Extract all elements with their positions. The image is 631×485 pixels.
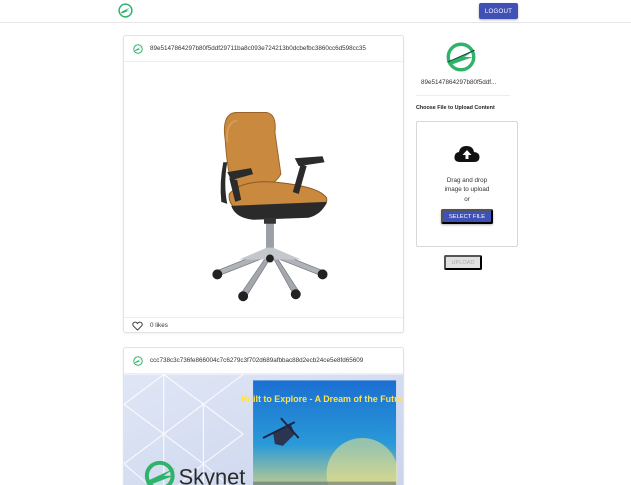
post-footer: 0 likes bbox=[124, 317, 403, 332]
cloud-upload-icon bbox=[454, 146, 480, 162]
divider bbox=[416, 95, 510, 96]
dropzone-or: or bbox=[464, 196, 470, 203]
profile-avatar-icon bbox=[446, 42, 476, 72]
post-owner-hash: 89e5147864297b80f5ddf29711ba8c093e724213… bbox=[150, 45, 366, 52]
logout-button[interactable]: LOGOUT bbox=[479, 3, 518, 19]
post-card: ccc738c3c736fe866004c7c6279c3f702d689afb… bbox=[123, 347, 404, 485]
post-owner-hash: ccc738c3c736fe866004c7c6279c3f702d689afb… bbox=[150, 357, 364, 364]
post-header: 89e5147864297b80f5ddf29711ba8c093e724213… bbox=[124, 36, 403, 62]
profile-hash: 89e5147864297b80f5ddf... bbox=[421, 79, 497, 86]
poster-title: Built to Explore - A Dream of the Future bbox=[241, 394, 403, 404]
likes-count: 0 likes bbox=[150, 322, 168, 329]
heart-outline-icon[interactable] bbox=[132, 321, 143, 331]
post-card: 89e5147864297b80f5ddf29711ba8c093e724213… bbox=[123, 35, 404, 333]
file-dropzone[interactable]: Drag and drop image to upload or SELECT … bbox=[416, 121, 518, 247]
skynet-poster-image: Built to Explore - A Dream of the Future… bbox=[124, 374, 403, 485]
avatar-icon bbox=[133, 356, 143, 366]
dropzone-line-1: Drag and drop bbox=[446, 177, 488, 184]
post-header: ccc738c3c736fe866004c7c6279c3f702d689afb… bbox=[124, 348, 403, 374]
dropzone-instructions: Drag and drop image to upload bbox=[417, 176, 517, 194]
office-chair-image bbox=[212, 112, 328, 302]
upload-section-title: Choose File to Upload Content bbox=[416, 105, 495, 111]
poster-brand: Skynet bbox=[179, 465, 246, 485]
dropzone-line-2: image to upload bbox=[444, 186, 490, 193]
top-app-bar: LOGOUT bbox=[0, 0, 631, 23]
skynet-logo-icon[interactable] bbox=[118, 3, 133, 18]
select-file-button[interactable]: SELECT FILE bbox=[441, 209, 493, 224]
avatar-icon bbox=[133, 44, 143, 54]
upload-button[interactable]: UPLOAD bbox=[444, 255, 482, 270]
